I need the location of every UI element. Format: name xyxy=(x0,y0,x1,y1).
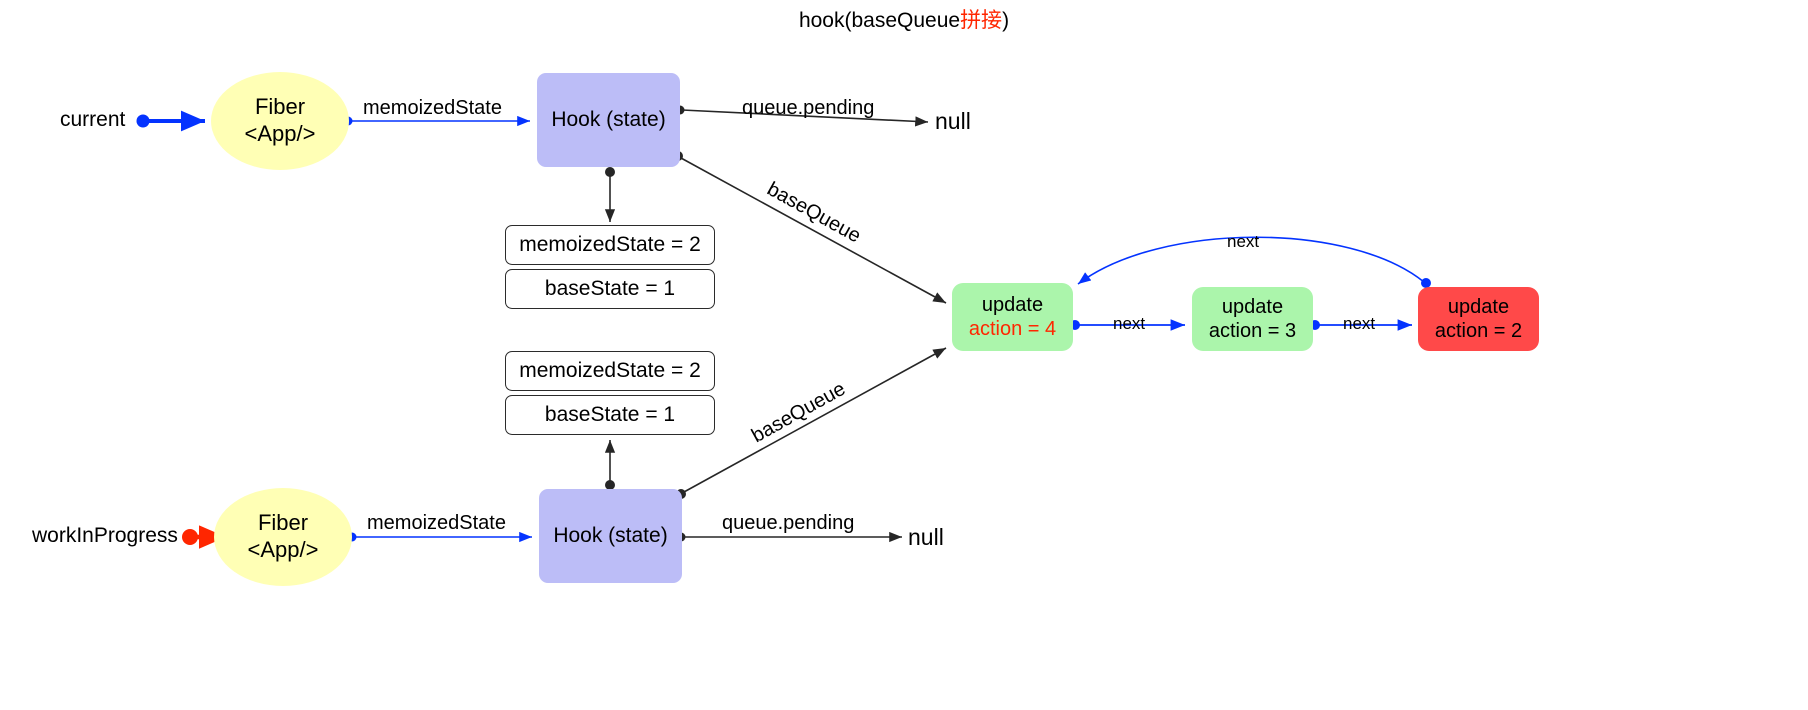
memoizedState-bottom-label: memoizedState xyxy=(367,512,506,534)
update-3-title: update xyxy=(1221,295,1284,318)
current-root-label: current xyxy=(60,108,126,131)
next-2-label: next xyxy=(1343,314,1376,333)
state-row-bottom-base: baseState = 1 xyxy=(505,395,715,435)
next-1-label: next xyxy=(1113,314,1146,333)
update-2-title: update xyxy=(1447,295,1510,318)
update-3-node[interactable]: update action = 3 xyxy=(1192,287,1313,351)
null-bottom-label: null xyxy=(908,524,944,550)
update-2-node[interactable]: update action = 2 xyxy=(1418,287,1539,351)
state-row-top-memoized-label: memoizedState = 2 xyxy=(519,233,701,256)
update-3-action: action = 3 xyxy=(1208,320,1297,342)
update-4-title: update xyxy=(981,293,1044,316)
state-row-top-memoized: memoizedState = 2 xyxy=(505,225,715,265)
fiber-current-line2: <App/> xyxy=(244,121,316,146)
wip-root-dot xyxy=(182,529,198,545)
state-row-bottom-memoized-label: memoizedState = 2 xyxy=(519,359,701,382)
update-2-action: action = 2 xyxy=(1434,320,1523,342)
hook-current-node[interactable]: Hook (state) xyxy=(537,73,680,167)
wip-root-label: workInProgress xyxy=(32,524,178,547)
next-loop-label: next xyxy=(1227,232,1260,251)
hook-wip-node[interactable]: Hook (state) xyxy=(539,489,682,583)
hook-wip-label: Hook (state) xyxy=(553,524,668,548)
fiber-current-line1: Fiber xyxy=(254,94,306,120)
baseQueue-top-edge xyxy=(680,157,947,304)
hook-current-label: Hook (state) xyxy=(551,108,666,132)
queue-pending-bottom-label: queue.pending xyxy=(722,512,855,534)
queue-pending-top-label: queue.pending xyxy=(742,97,875,119)
state-row-bottom-memoized: memoizedState = 2 xyxy=(505,351,715,391)
fiber-wip-node[interactable]: Fiber <App/> xyxy=(214,488,352,586)
update-4-node[interactable]: update action = 4 xyxy=(952,283,1073,351)
diagram-canvas: hook(baseQueue拼接) current workInProgress… xyxy=(0,0,1808,710)
fiber-current-node[interactable]: Fiber <App/> xyxy=(211,72,349,170)
memoizedState-top-label: memoizedState xyxy=(363,97,502,119)
null-top-label: null xyxy=(935,108,971,134)
fiber-wip-line2: <App/> xyxy=(247,537,319,562)
state-row-top-base: baseState = 1 xyxy=(505,269,715,309)
state-row-bottom-base-label: baseState = 1 xyxy=(544,403,676,426)
state-row-top-base-label: baseState = 1 xyxy=(544,277,676,300)
current-root-dot xyxy=(136,114,150,128)
baseQueue-bottom-edge xyxy=(683,347,947,493)
update-4-action: action = 4 xyxy=(968,318,1057,340)
fiber-wip-line1: Fiber xyxy=(257,510,309,536)
